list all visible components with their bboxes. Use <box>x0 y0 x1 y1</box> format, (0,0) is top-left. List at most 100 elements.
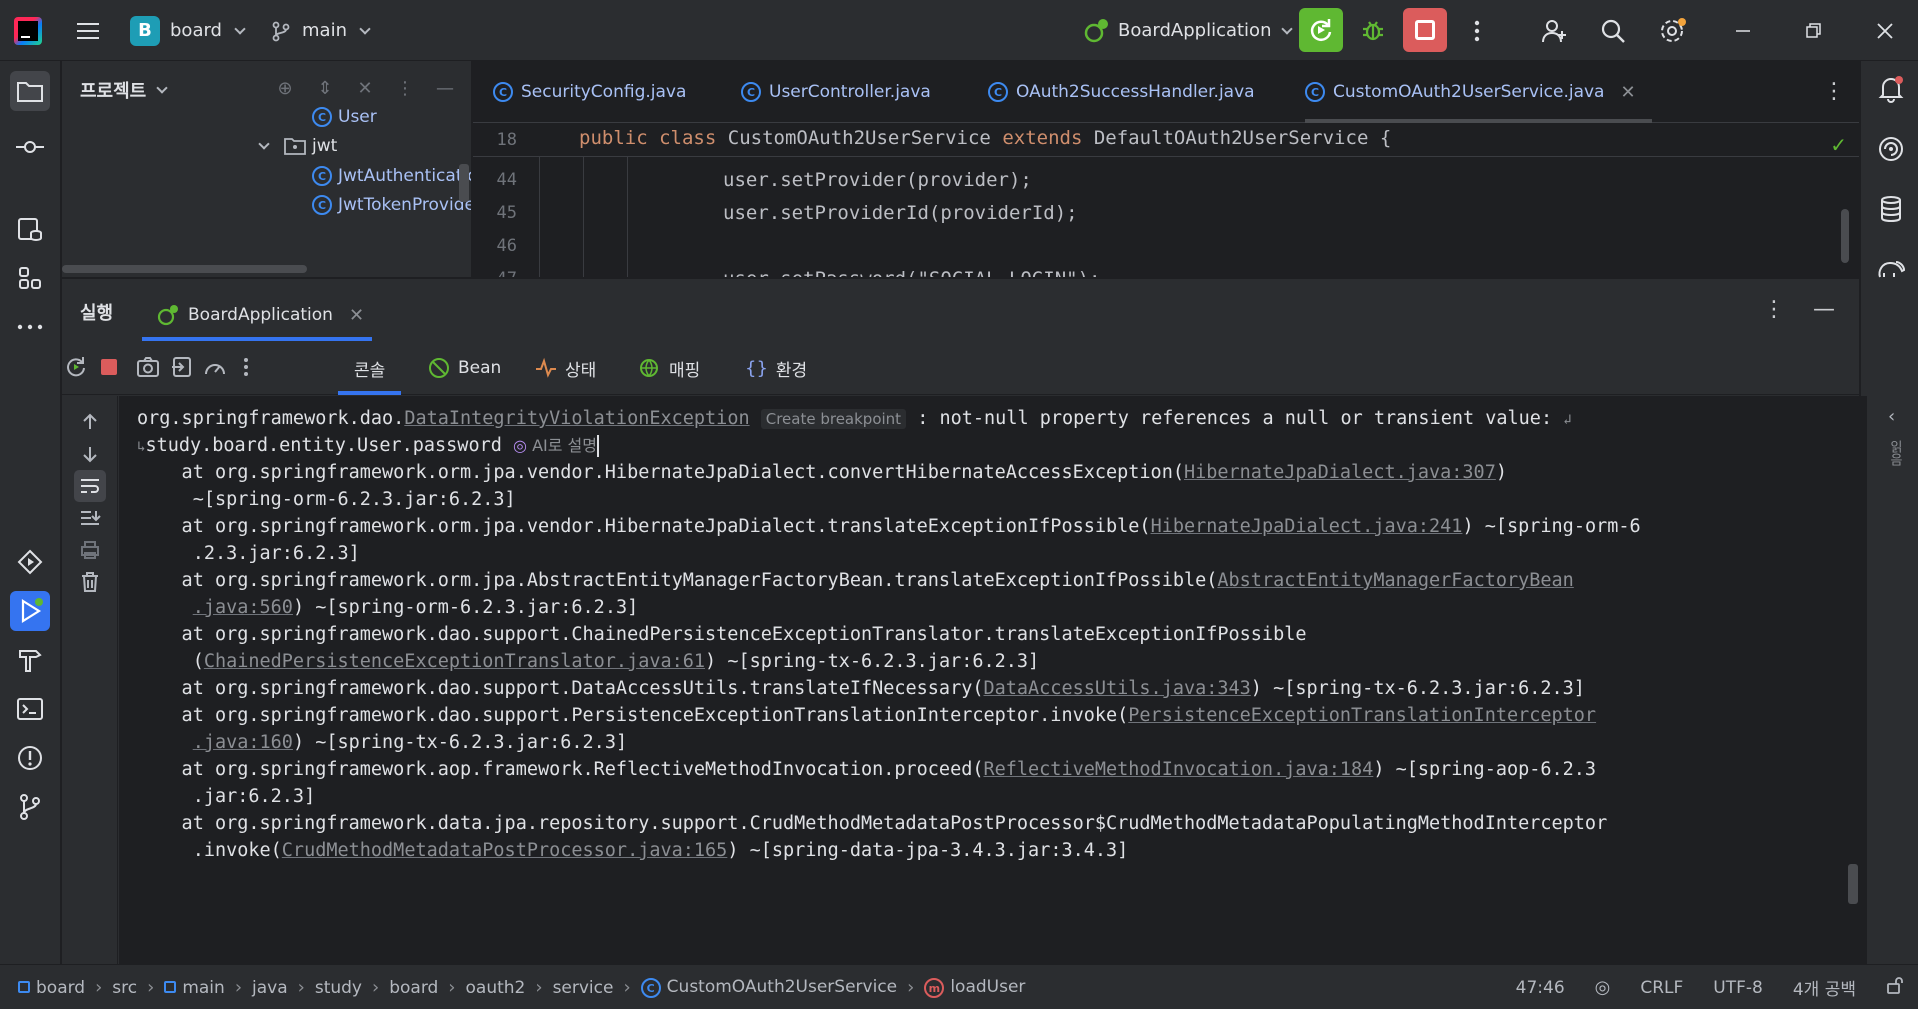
search-icon[interactable] <box>1596 14 1630 48</box>
source-link[interactable]: ReflectiveMethodInvocation.java:184 <box>983 759 1373 780</box>
horizontal-scrollbar[interactable] <box>62 265 307 273</box>
read-only-lock-icon[interactable] <box>1886 976 1904 999</box>
more-options-icon[interactable] <box>232 353 260 381</box>
performance-gauge-icon[interactable] <box>201 353 229 381</box>
arrow-up-icon[interactable] <box>74 406 106 438</box>
hide-panel-icon[interactable]: — <box>432 75 458 101</box>
run-tool-icon[interactable] <box>10 591 50 631</box>
close-run-tab-icon[interactable]: ✕ <box>349 305 364 326</box>
options-menu-icon[interactable]: ⋮ <box>392 75 418 101</box>
settings-gear-icon[interactable] <box>1656 14 1690 48</box>
breadcrumb-item[interactable]: board <box>389 978 438 998</box>
breadcrumb-item[interactable]: src <box>112 978 137 998</box>
clear-trash-icon[interactable] <box>74 566 106 598</box>
breadcrumb-item[interactable]: oauth2 <box>466 978 526 998</box>
sticky-scroll-line[interactable]: 18 public class CustomOAuth2UserService … <box>473 123 1859 157</box>
hide-run-panel-icon[interactable]: — <box>1813 297 1835 322</box>
subtab-mappings[interactable]: 매핑 <box>639 341 700 395</box>
structure-icon[interactable] <box>10 258 50 298</box>
tree-item-class[interactable]: C User <box>312 102 377 132</box>
branch-switcher[interactable]: main <box>270 0 371 61</box>
print-icon[interactable] <box>74 534 106 566</box>
console-scrollbar[interactable] <box>1848 864 1858 904</box>
file-encoding[interactable]: UTF-8 <box>1713 978 1763 998</box>
project-switcher[interactable]: B board <box>130 0 246 61</box>
database-explorer-icon[interactable] <box>10 209 50 249</box>
breadcrumb-item[interactable]: m loadUser <box>924 977 1025 999</box>
source-link[interactable]: CrudMethodMetadataPostProcessor.java:165 <box>282 840 728 861</box>
tab-custom-oauth2-user-service[interactable]: C CustomOAuth2UserService.java ✕ <box>1305 61 1652 123</box>
create-breakpoint-hint[interactable]: Create breakpoint <box>760 409 907 429</box>
project-folder-icon[interactable] <box>10 71 50 111</box>
breadcrumb-item[interactable]: C CustomOAuth2UserService <box>640 977 897 999</box>
source-link[interactable]: DataAccessUtils.java:343 <box>983 678 1250 699</box>
subtab-console[interactable]: 콘솔 <box>337 341 402 395</box>
indent-setting[interactable]: 4개 공백 <box>1793 975 1856 1000</box>
locate-target-icon[interactable]: ⊕ <box>272 75 298 101</box>
build-hammer-icon[interactable] <box>10 641 50 681</box>
reader-mode-label[interactable]: 읽음 <box>1885 440 1904 466</box>
ai-status-icon[interactable]: ◎ <box>1595 977 1611 998</box>
more-tabs-icon[interactable]: ⋮ <box>1823 79 1845 104</box>
intellij-logo-icon[interactable] <box>14 0 48 61</box>
tree-item-package[interactable]: jwt <box>256 131 337 161</box>
exit-icon[interactable] <box>168 353 196 381</box>
collapse-all-icon[interactable]: ✕ <box>352 75 378 101</box>
project-panel-header[interactable]: 프로젝트 <box>80 77 168 103</box>
source-link[interactable]: .java:560 <box>193 597 293 618</box>
more-tools-icon[interactable] <box>10 307 50 347</box>
restore-window-icon[interactable] <box>1797 14 1831 48</box>
add-user-icon[interactable] <box>1537 14 1571 48</box>
more-actions-icon[interactable] <box>1460 14 1494 48</box>
no-problems-check-icon[interactable]: ✓ <box>1830 133 1847 157</box>
rerun-button[interactable] <box>1299 8 1343 52</box>
run-configuration-selector[interactable]: BoardApplication <box>1082 0 1294 61</box>
commit-icon[interactable] <box>10 127 50 167</box>
chevron-left-icon[interactable]: ‹ <box>1888 406 1895 427</box>
ai-explain-button[interactable]: ◎ AI로 설명 <box>513 436 597 455</box>
tree-item-class[interactable]: C JwtTokenProvide <box>312 190 471 220</box>
notifications-bell-icon[interactable] <box>1873 71 1909 107</box>
tree-item-class[interactable]: C JwtAuthenticatio <box>312 161 471 191</box>
subtab-bean[interactable]: Bean <box>428 341 501 395</box>
subtab-environment[interactable]: {} 환경 <box>745 341 807 395</box>
close-tab-icon[interactable]: ✕ <box>1620 82 1635 103</box>
source-link[interactable]: PersistenceExceptionTranslationIntercept… <box>1128 705 1596 726</box>
console-output[interactable]: org.springframework.dao.DataIntegrityVio… <box>119 396 1867 965</box>
subtab-health[interactable]: 상태 <box>535 341 596 395</box>
breadcrumb-item[interactable]: study <box>315 978 362 998</box>
breadcrumb-item[interactable]: main <box>164 978 225 998</box>
tab-security-config[interactable]: C SecurityConfig.java <box>493 61 686 123</box>
minimize-window-icon[interactable] <box>1726 14 1760 48</box>
git-icon[interactable] <box>10 787 50 827</box>
source-link[interactable]: HibernateJpaDialect.java:307 <box>1184 462 1496 483</box>
breadcrumb-item[interactable]: java <box>252 978 288 998</box>
soft-wrap-icon[interactable] <box>74 470 106 502</box>
cursor-position[interactable]: 47:46 <box>1516 978 1565 998</box>
source-link[interactable]: ChainedPersistenceExceptionTranslator.ja… <box>204 651 705 672</box>
source-link[interactable]: HibernateJpaDialect.java:241 <box>1151 516 1463 537</box>
stop-icon[interactable] <box>95 353 123 381</box>
services-icon[interactable] <box>10 542 50 582</box>
main-menu-icon[interactable] <box>72 0 104 61</box>
source-link[interactable]: AbstractEntityManagerFactoryBean <box>1217 570 1573 591</box>
camera-snapshot-icon[interactable] <box>134 353 162 381</box>
editor-scrollbar[interactable] <box>1841 209 1849 263</box>
rerun-icon[interactable] <box>62 353 90 381</box>
run-tab-board-application[interactable]: BoardApplication ✕ <box>142 289 372 341</box>
close-window-icon[interactable] <box>1868 14 1902 48</box>
breadcrumb-item[interactable]: service <box>553 978 614 998</box>
debug-button[interactable] <box>1351 8 1395 52</box>
vertical-scrollbar[interactable] <box>459 164 469 202</box>
stop-button[interactable] <box>1403 8 1447 52</box>
exception-link[interactable]: DataIntegrityViolationException <box>404 408 749 429</box>
ai-assistant-icon[interactable] <box>1873 131 1909 167</box>
source-link[interactable]: .java:160 <box>193 732 293 753</box>
run-options-icon[interactable]: ⋮ <box>1763 297 1785 322</box>
expand-all-icon[interactable]: ⇕ <box>312 75 338 101</box>
database-icon[interactable] <box>1873 191 1909 227</box>
line-ending[interactable]: CRLF <box>1640 978 1683 998</box>
scroll-to-end-icon[interactable] <box>74 502 106 534</box>
tab-oauth2-success-handler[interactable]: C OAuth2SuccessHandler.java <box>988 61 1255 123</box>
breadcrumb-item[interactable]: board <box>18 978 85 998</box>
